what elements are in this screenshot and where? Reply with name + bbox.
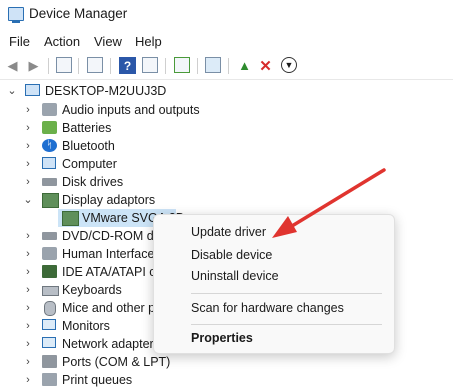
annotation-arrow (272, 168, 386, 238)
